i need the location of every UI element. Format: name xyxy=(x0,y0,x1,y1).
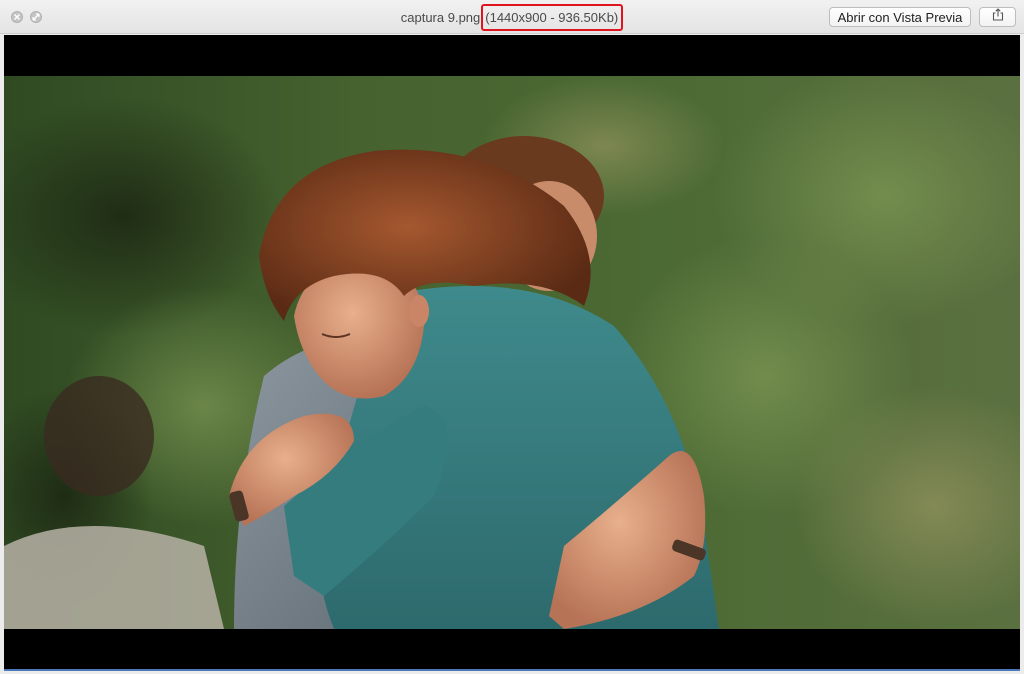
share-icon xyxy=(992,8,1004,26)
file-name: captura 9.png xyxy=(400,9,481,25)
close-icon xyxy=(14,14,20,20)
title-bar: captura 9.png (1440x900 - 936.50Kb) Abri… xyxy=(0,0,1024,34)
quicklook-window: captura 9.png (1440x900 - 936.50Kb) Abri… xyxy=(0,0,1024,674)
fullscreen-button[interactable] xyxy=(30,11,42,23)
file-dimensions-size: (1440x900 - 936.50Kb) xyxy=(481,3,624,31)
image-preview-area xyxy=(4,35,1020,670)
fullscreen-icon xyxy=(32,13,40,21)
close-button[interactable] xyxy=(11,11,23,23)
preview-image xyxy=(4,76,1020,629)
share-button[interactable] xyxy=(979,7,1016,27)
window-bottom-edge xyxy=(4,669,1020,671)
open-with-preview-button[interactable]: Abrir con Vista Previa xyxy=(829,7,971,27)
